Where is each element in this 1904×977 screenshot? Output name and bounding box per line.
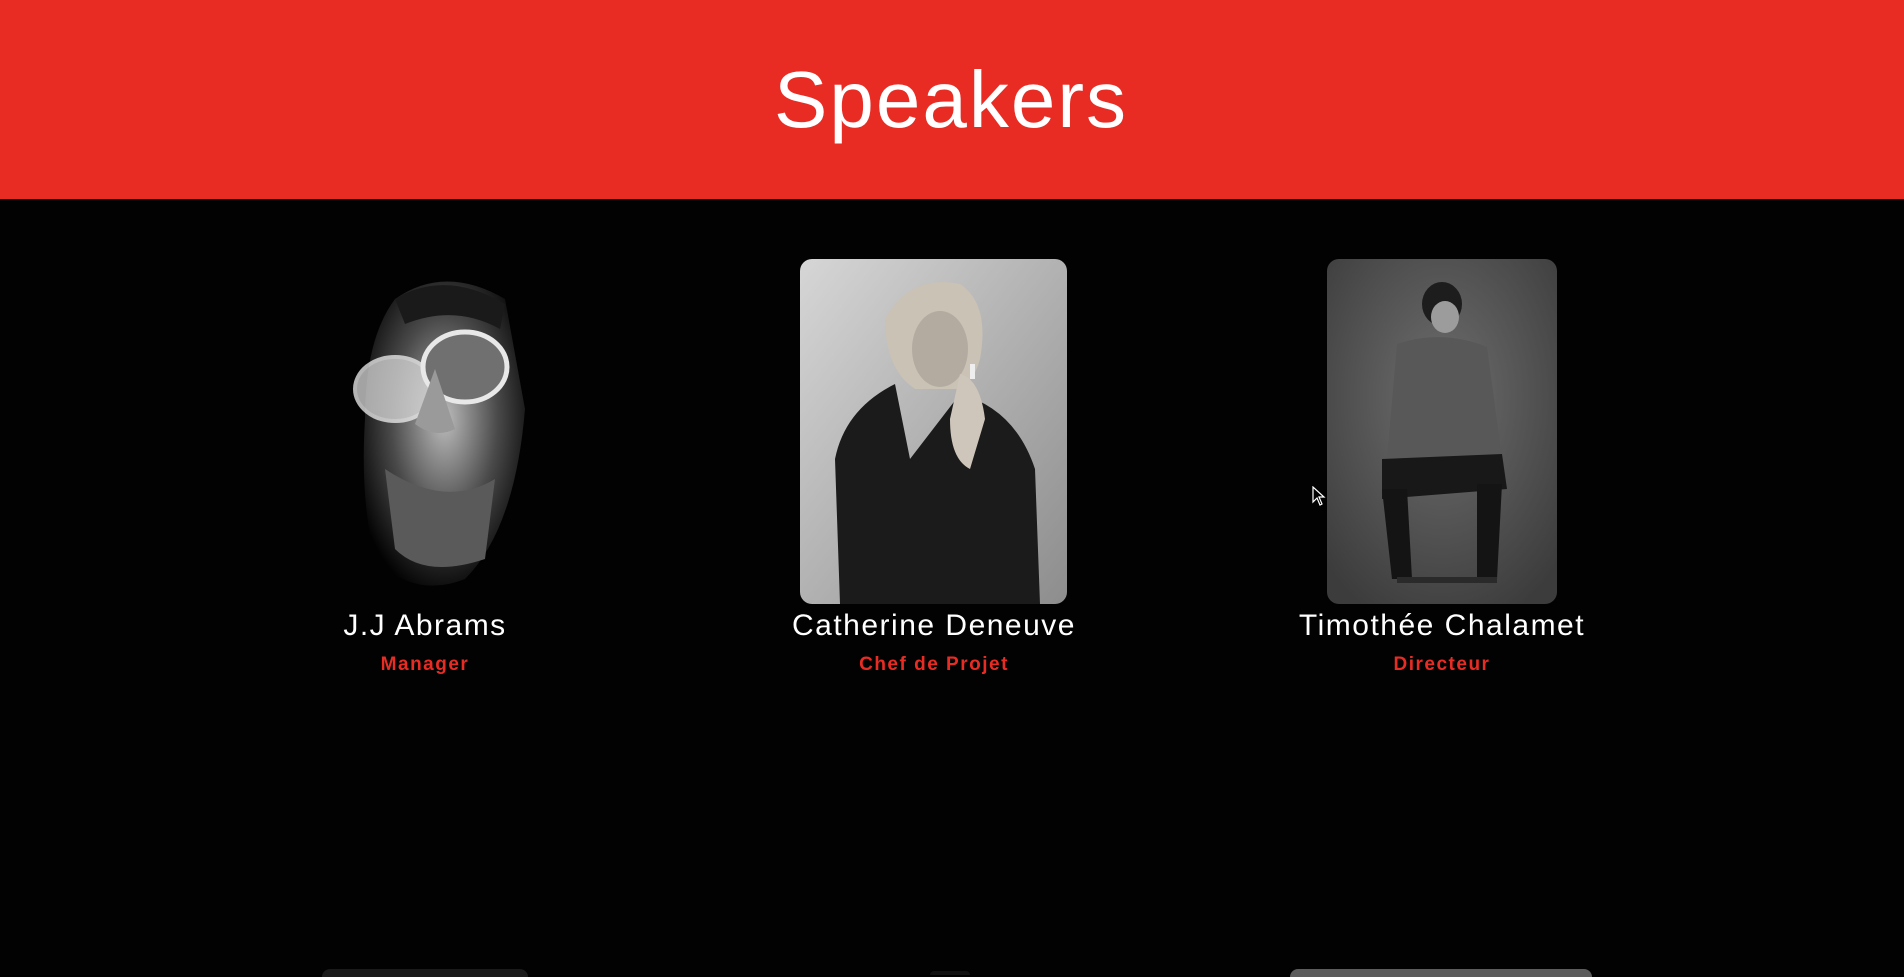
- speaker-photo-portrait-man-seated-icon: [1327, 259, 1557, 604]
- speaker-role: Directeur: [1393, 654, 1491, 675]
- speaker-photo-peek: [322, 969, 528, 977]
- speaker-photo-portrait-man-sunglasses-icon: [325, 259, 525, 604]
- mouse-cursor-icon: [1312, 486, 1326, 506]
- speaker-role: Manager: [380, 654, 470, 675]
- speaker-name: Catherine Deneuve: [791, 609, 1076, 642]
- speaker-name: Timothée Chalamet: [1298, 609, 1586, 642]
- speaker-photo-portrait-woman-lighter-icon: [800, 259, 1067, 604]
- page-header: Speakers: [0, 0, 1904, 199]
- speaker-photo-peek: [930, 971, 970, 975]
- page-title: Speakers: [774, 54, 1128, 144]
- speaker-photo-peek: [1290, 969, 1592, 977]
- speaker-name: J.J Abrams: [343, 609, 507, 642]
- speaker-role: Chef de Projet: [859, 654, 1009, 675]
